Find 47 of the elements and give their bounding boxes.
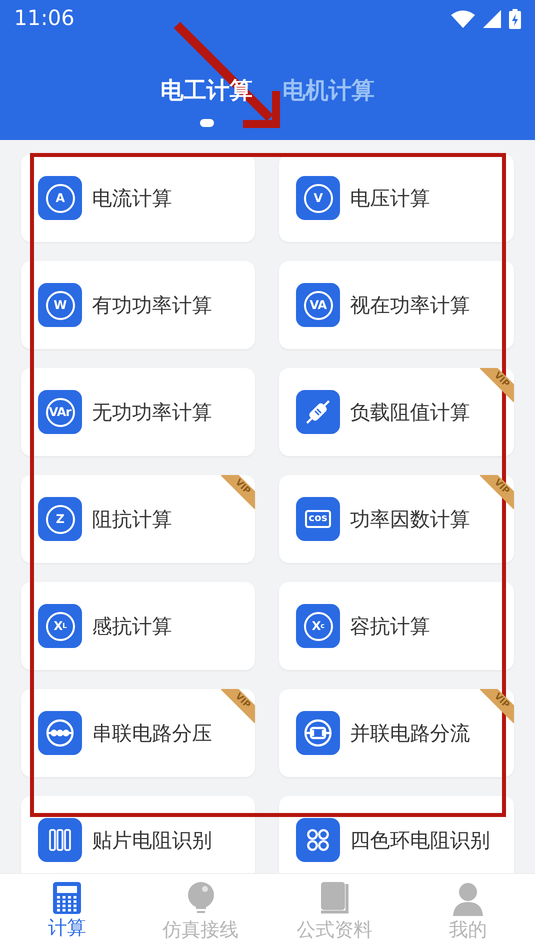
tool-card[interactable]: 负载阻值计算 VIP: [279, 368, 514, 456]
series-circuit-icon: [38, 711, 82, 755]
calculator-icon: [52, 882, 81, 914]
tool-label: 电流计算: [92, 185, 172, 212]
tool-card[interactable]: W 有功功率计算: [21, 261, 255, 349]
tool-label: 有功功率计算: [92, 292, 212, 319]
person-icon: [452, 882, 484, 916]
signal-icon: [483, 10, 501, 28]
tool-card[interactable]: Z 阻抗计算 VIP: [21, 475, 255, 563]
tab-indicator: [200, 118, 214, 126]
cos-icon: cos: [296, 497, 340, 541]
battery-icon: [509, 9, 521, 29]
tool-card[interactable]: A 电流计算: [21, 154, 255, 242]
tool-card[interactable]: 串联电路分压 VIP: [21, 689, 255, 777]
resistor-icon: [296, 390, 340, 434]
parallel-circuit-icon: [296, 711, 340, 755]
vip-ribbon: VIP: [221, 475, 255, 509]
tool-card[interactable]: VAr 无功功率计算: [21, 368, 255, 456]
tool-card[interactable]: 并联电路分流 VIP: [279, 689, 514, 777]
tool-label: 视在功率计算: [350, 292, 470, 319]
tool-label: 电压计算: [350, 185, 430, 212]
status-time: 11:06: [14, 5, 75, 32]
vip-ribbon: VIP: [480, 689, 514, 723]
tool-label: 容抗计算: [350, 613, 430, 640]
vip-ribbon: VIP: [221, 689, 255, 723]
tool-label: 贴片电阻识别: [92, 827, 212, 854]
tool-card[interactable]: VA 视在功率计算: [279, 261, 514, 349]
tool-label: 负载阻值计算: [350, 399, 470, 426]
vip-ribbon: VIP: [480, 475, 514, 509]
four-rings-icon: [296, 818, 340, 862]
tool-label: 无功功率计算: [92, 399, 212, 426]
chip-resistor-icon: [38, 818, 82, 862]
tool-card[interactable]: cos 功率因数计算 VIP: [279, 475, 514, 563]
tool-label: 串联电路分压: [92, 720, 212, 747]
tool-label: 阻抗计算: [92, 506, 172, 533]
tool-card[interactable]: V 电压计算: [279, 154, 514, 242]
nav-tab[interactable]: 计算: [0, 874, 134, 951]
tool-card[interactable]: 贴片电阻识别: [21, 796, 255, 873]
tool-label: 四色环电阻识别: [350, 827, 490, 854]
book-icon: [319, 882, 350, 916]
wifi-icon: [451, 10, 475, 28]
tool-label: 并联电路分流: [350, 720, 470, 747]
tool-label: 感抗计算: [92, 613, 172, 640]
tool-label: 功率因数计算: [350, 506, 470, 533]
lightbulb-icon: [186, 882, 215, 916]
vip-ribbon: VIP: [480, 368, 514, 402]
tool-card[interactable]: 四色环电阻识别: [279, 796, 514, 873]
